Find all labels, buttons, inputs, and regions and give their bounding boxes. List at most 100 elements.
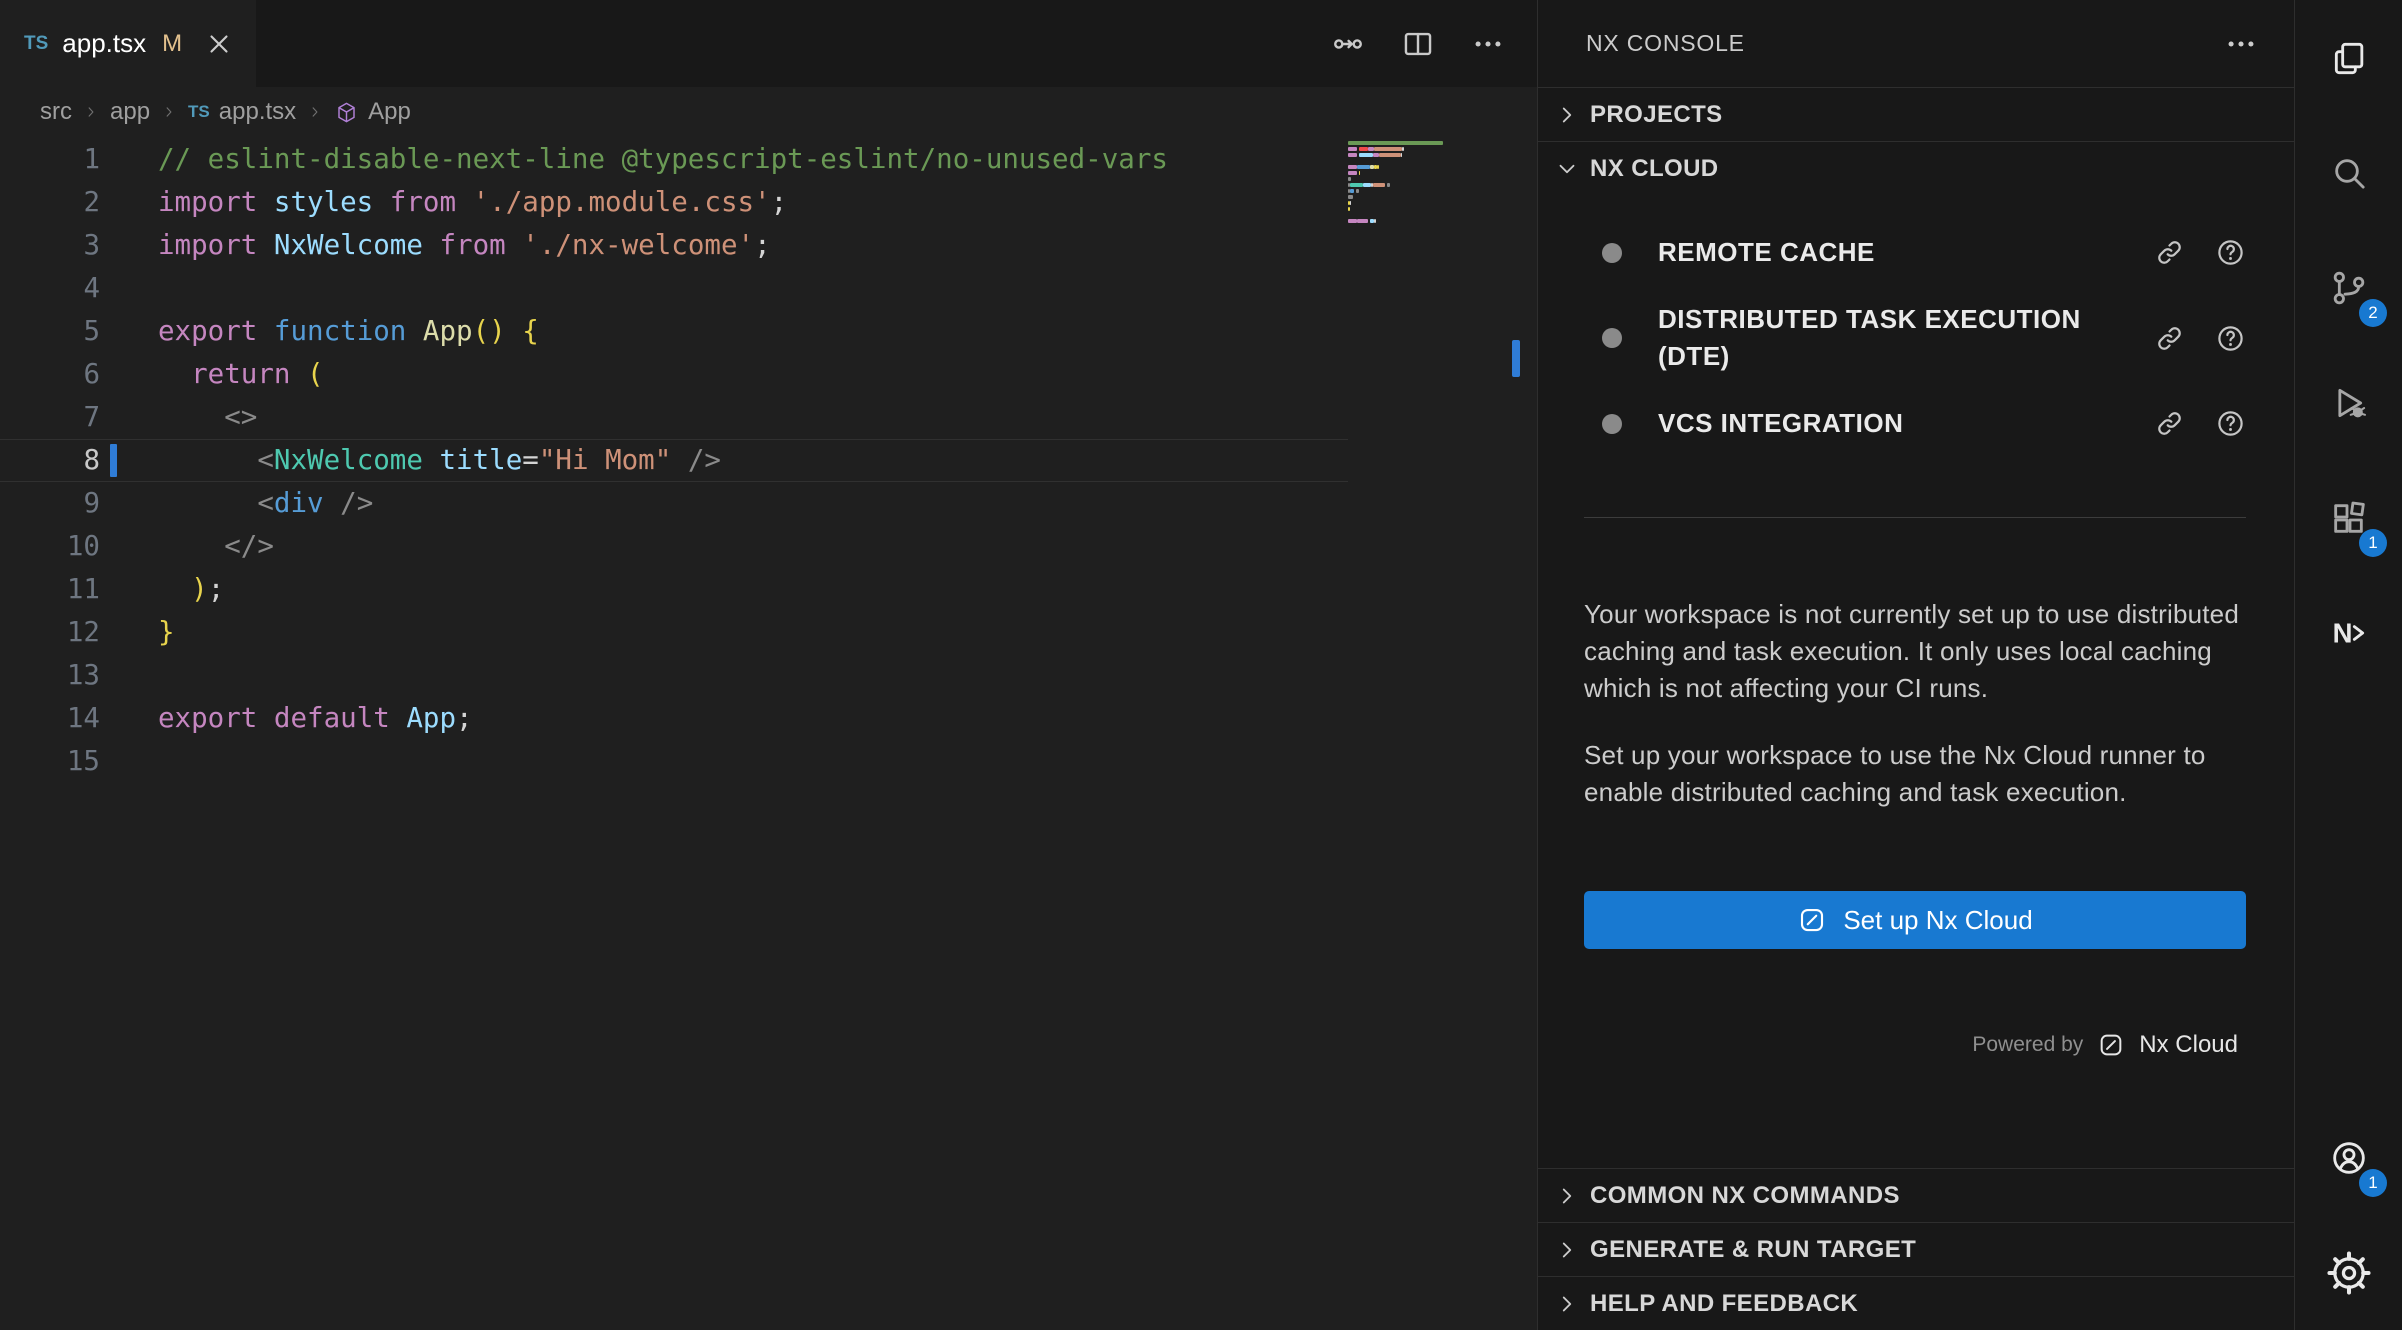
code-line[interactable]: 12} [0, 611, 1348, 654]
code-line[interactable]: 5export function App() { [0, 310, 1348, 353]
line-number[interactable]: 10 [0, 525, 100, 568]
badge: 1 [2359, 529, 2387, 557]
line-number[interactable]: 2 [0, 181, 100, 224]
line-number[interactable]: 15 [0, 740, 100, 783]
minimap[interactable] [1348, 140, 1518, 230]
setup-hint-text: Set up your workspace to use the Nx Clou… [1584, 737, 2246, 811]
code-line-content: return ( [158, 353, 324, 396]
breadcrumb-item-src[interactable]: src [40, 98, 72, 126]
line-number[interactable]: 8 [0, 439, 100, 482]
breadcrumb-item-label: App [368, 98, 411, 126]
section-common-nx-commands[interactable]: COMMON NX COMMANDS [1538, 1168, 2294, 1222]
tab-label: app.tsx [62, 28, 146, 59]
more-actions-icon[interactable] [1471, 27, 1505, 61]
panel-top-sections: PROJECTS [1538, 87, 2294, 141]
code-line[interactable]: 7 <> [0, 396, 1348, 439]
nx-cloud-brand: Nx Cloud [2139, 1031, 2238, 1059]
settings-button[interactable] [2295, 1215, 2402, 1330]
breadcrumb-item-app-tsx[interactable]: TSapp.tsx [188, 98, 296, 126]
code-line[interactable]: 1 // eslint-disable-next-line @typescript… [0, 138, 1348, 181]
workspace-status-text: Your workspace is not currently set up t… [1584, 596, 2246, 707]
section-generate-run-target[interactable]: GENERATE & RUN TARGET [1538, 1222, 2294, 1276]
extensions-button[interactable]: 1 [2295, 460, 2402, 575]
help-icon[interactable] [2215, 408, 2246, 439]
code-line-content: import NxWelcome from './nx-welcome'; [158, 224, 771, 267]
nx-console-button[interactable]: N [2295, 575, 2402, 690]
chevron-right-icon [1554, 1183, 1580, 1209]
breadcrumb-item-label: app [110, 98, 150, 126]
code-line-content: </> [158, 525, 274, 568]
code-line[interactable]: 10 </> [0, 525, 1348, 568]
tab-bar: TS app.tsx M [0, 0, 1537, 87]
line-number[interactable]: 3 [0, 224, 100, 267]
code-line-content: <div /> [158, 482, 373, 525]
code-line[interactable]: 2import styles from './app.module.css'; [0, 181, 1348, 224]
tree-item-distributed-task-execution-dte[interactable]: DISTRIBUTED TASK EXECUTION (DTE) [1584, 286, 2246, 390]
line-number[interactable]: 1 [0, 138, 100, 181]
git-modified-badge: M [162, 30, 182, 58]
settings-icon [2326, 1250, 2372, 1296]
code-line[interactable]: 8 <NxWelcome title="Hi Mom" /> [0, 439, 1348, 482]
line-number[interactable]: 4 [0, 267, 100, 310]
section-help-and-feedback[interactable]: HELP AND FEEDBACK [1538, 1276, 2294, 1330]
panel-title: NX CONSOLE [1586, 30, 1745, 57]
section-label: GENERATE & RUN TARGET [1590, 1236, 1916, 1264]
code-line[interactable]: 15 [0, 740, 1348, 783]
explorer-button[interactable] [2295, 0, 2402, 115]
line-number[interactable]: 12 [0, 611, 100, 654]
section-label: PROJECTS [1590, 101, 1723, 129]
connect-icon[interactable] [2154, 323, 2185, 354]
account-button[interactable]: 1 [2295, 1100, 2402, 1215]
line-number[interactable]: 11 [0, 568, 100, 611]
powered-by-label: Powered by [1972, 1033, 2083, 1057]
open-changes-icon[interactable] [1331, 27, 1365, 61]
connect-icon[interactable] [2154, 408, 2185, 439]
code-line-content: <NxWelcome title="Hi Mom" /> [158, 439, 721, 482]
source-control-button[interactable]: 2 [2295, 230, 2402, 345]
code-editor[interactable]: 1 // eslint-disable-next-line @typescript… [0, 137, 1537, 783]
run-and-debug-button[interactable] [2295, 345, 2402, 460]
help-icon[interactable] [2215, 323, 2246, 354]
breadcrumb-item-label: src [40, 98, 72, 126]
code-line[interactable]: 3 import NxWelcome from './nx-welcome'; [0, 224, 1348, 267]
line-number[interactable]: 5 [0, 310, 100, 353]
code-line-content: <> [158, 396, 257, 439]
divider [1584, 517, 2246, 518]
run-and-debug-icon [2329, 383, 2369, 423]
code-line[interactable]: 14export default App; [0, 697, 1348, 740]
tree-item-remote-cache[interactable]: REMOTE CACHE [1584, 219, 2246, 286]
activity-bottom: 1 [2295, 1100, 2402, 1330]
nx-cloud-items: REMOTE CACHE DISTRIBUTED TASK EXECUTION (… [1584, 219, 2246, 457]
help-icon[interactable] [2215, 237, 2246, 268]
breadcrumb-item-app[interactable]: App [334, 98, 411, 126]
code-line[interactable]: 4 [0, 267, 1348, 310]
line-number[interactable]: 7 [0, 396, 100, 439]
line-number[interactable]: 14 [0, 697, 100, 740]
code-line[interactable]: 9 <div /> [0, 482, 1348, 525]
section-projects[interactable]: PROJECTS [1538, 87, 2294, 141]
line-number[interactable]: 13 [0, 654, 100, 697]
section-nx-cloud[interactable]: NX CLOUD [1538, 141, 2294, 195]
section-label: COMMON NX COMMANDS [1590, 1182, 1900, 1210]
tree-item-vcs-integration[interactable]: VCS INTEGRATION [1584, 390, 2246, 457]
tab-app-tsx[interactable]: TS app.tsx M [0, 0, 256, 87]
close-icon[interactable] [204, 29, 234, 59]
panel-more-actions-icon[interactable] [2224, 27, 2258, 61]
search-button[interactable] [2295, 115, 2402, 230]
line-number[interactable]: 9 [0, 482, 100, 525]
code-line[interactable]: 13 [0, 654, 1348, 697]
code-line-content: // eslint-disable-next-line @typescript-… [158, 138, 1168, 181]
line-number[interactable]: 6 [0, 353, 100, 396]
breadcrumb-item-app[interactable]: app [110, 98, 150, 126]
panel-header: NX CONSOLE [1538, 0, 2294, 87]
explorer-icon [2329, 38, 2369, 78]
code-line[interactable]: 6 return ( [0, 353, 1348, 396]
setup-nx-cloud-button[interactable]: Set up Nx Cloud [1584, 891, 2246, 949]
split-editor-icon[interactable] [1401, 27, 1435, 61]
connect-icon[interactable] [2154, 237, 2185, 268]
code-line[interactable]: 11 ); [0, 568, 1348, 611]
tree-item-label: DISTRIBUTED TASK EXECUTION (DTE) [1658, 301, 2108, 375]
tree-item-actions [2154, 237, 2246, 268]
breadcrumb-separator-icon [306, 103, 324, 121]
search-icon [2329, 153, 2369, 193]
